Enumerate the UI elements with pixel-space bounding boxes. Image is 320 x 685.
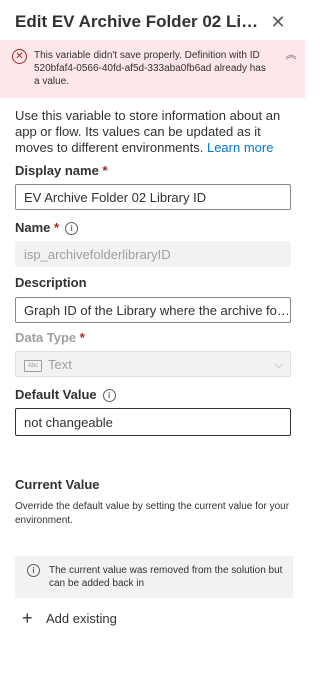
data-type-value: Text bbox=[48, 357, 72, 372]
learn-more-link[interactable]: Learn more bbox=[207, 140, 273, 155]
current-value-description: Override the default value by setting th… bbox=[15, 501, 290, 526]
data-type-label-text: Data Type bbox=[15, 330, 77, 345]
default-value-label: Default Value i bbox=[15, 387, 116, 403]
name-field: isp_archivefolderlibraryID bbox=[15, 241, 291, 267]
info-icon: i bbox=[27, 564, 40, 577]
plus-icon: + bbox=[22, 608, 33, 628]
required-asterisk: * bbox=[54, 220, 60, 235]
add-existing-label: Add existing bbox=[46, 610, 117, 626]
default-value-field[interactable]: not changeable bbox=[15, 408, 291, 436]
close-icon[interactable]: ✕ bbox=[268, 12, 288, 32]
notice-text: The current value was removed from the s… bbox=[49, 565, 283, 589]
chevron-double-up-icon[interactable]: ︽ bbox=[284, 48, 298, 62]
panel-description: Use this variable to store information a… bbox=[15, 108, 295, 156]
description-field[interactable]: Graph ID of the Library where the archiv… bbox=[15, 297, 291, 323]
removed-value-notice: i The current value was removed from the… bbox=[15, 556, 293, 598]
text-type-icon: Abc bbox=[24, 359, 42, 372]
description-label: Description bbox=[15, 275, 87, 290]
name-label-text: Name bbox=[15, 220, 51, 235]
panel-header: Edit EV Archive Folder 02 Library ID ✕ bbox=[0, 0, 305, 40]
chevron-down-icon: ⌵ bbox=[274, 359, 283, 371]
info-icon[interactable]: i bbox=[102, 389, 116, 402]
display-name-field[interactable]: EV Archive Folder 02 Library ID bbox=[15, 184, 291, 210]
panel-title: Edit EV Archive Folder 02 Library ID bbox=[15, 12, 265, 31]
data-type-label: Data Type * bbox=[15, 330, 85, 346]
add-existing-button[interactable]: + Add existing bbox=[22, 608, 117, 628]
data-type-select: Abc Text ⌵ bbox=[15, 351, 291, 377]
info-icon[interactable]: i bbox=[65, 222, 79, 235]
name-label: Name * i bbox=[15, 220, 79, 236]
error-message-bar: ✕ This variable didn't save properly. De… bbox=[0, 40, 305, 98]
error-circle-icon: ✕ bbox=[12, 49, 27, 64]
current-value-title: Current Value bbox=[15, 477, 100, 492]
display-name-label: Display name * bbox=[15, 163, 108, 179]
error-message-text: This variable didn't save properly. Defi… bbox=[34, 50, 266, 87]
default-value-label-text: Default Value bbox=[15, 387, 97, 402]
edit-variable-panel: Edit EV Archive Folder 02 Library ID ✕ ✕… bbox=[0, 0, 305, 685]
required-asterisk: * bbox=[79, 330, 85, 345]
required-asterisk: * bbox=[102, 163, 108, 178]
display-name-label-text: Display name bbox=[15, 163, 99, 178]
